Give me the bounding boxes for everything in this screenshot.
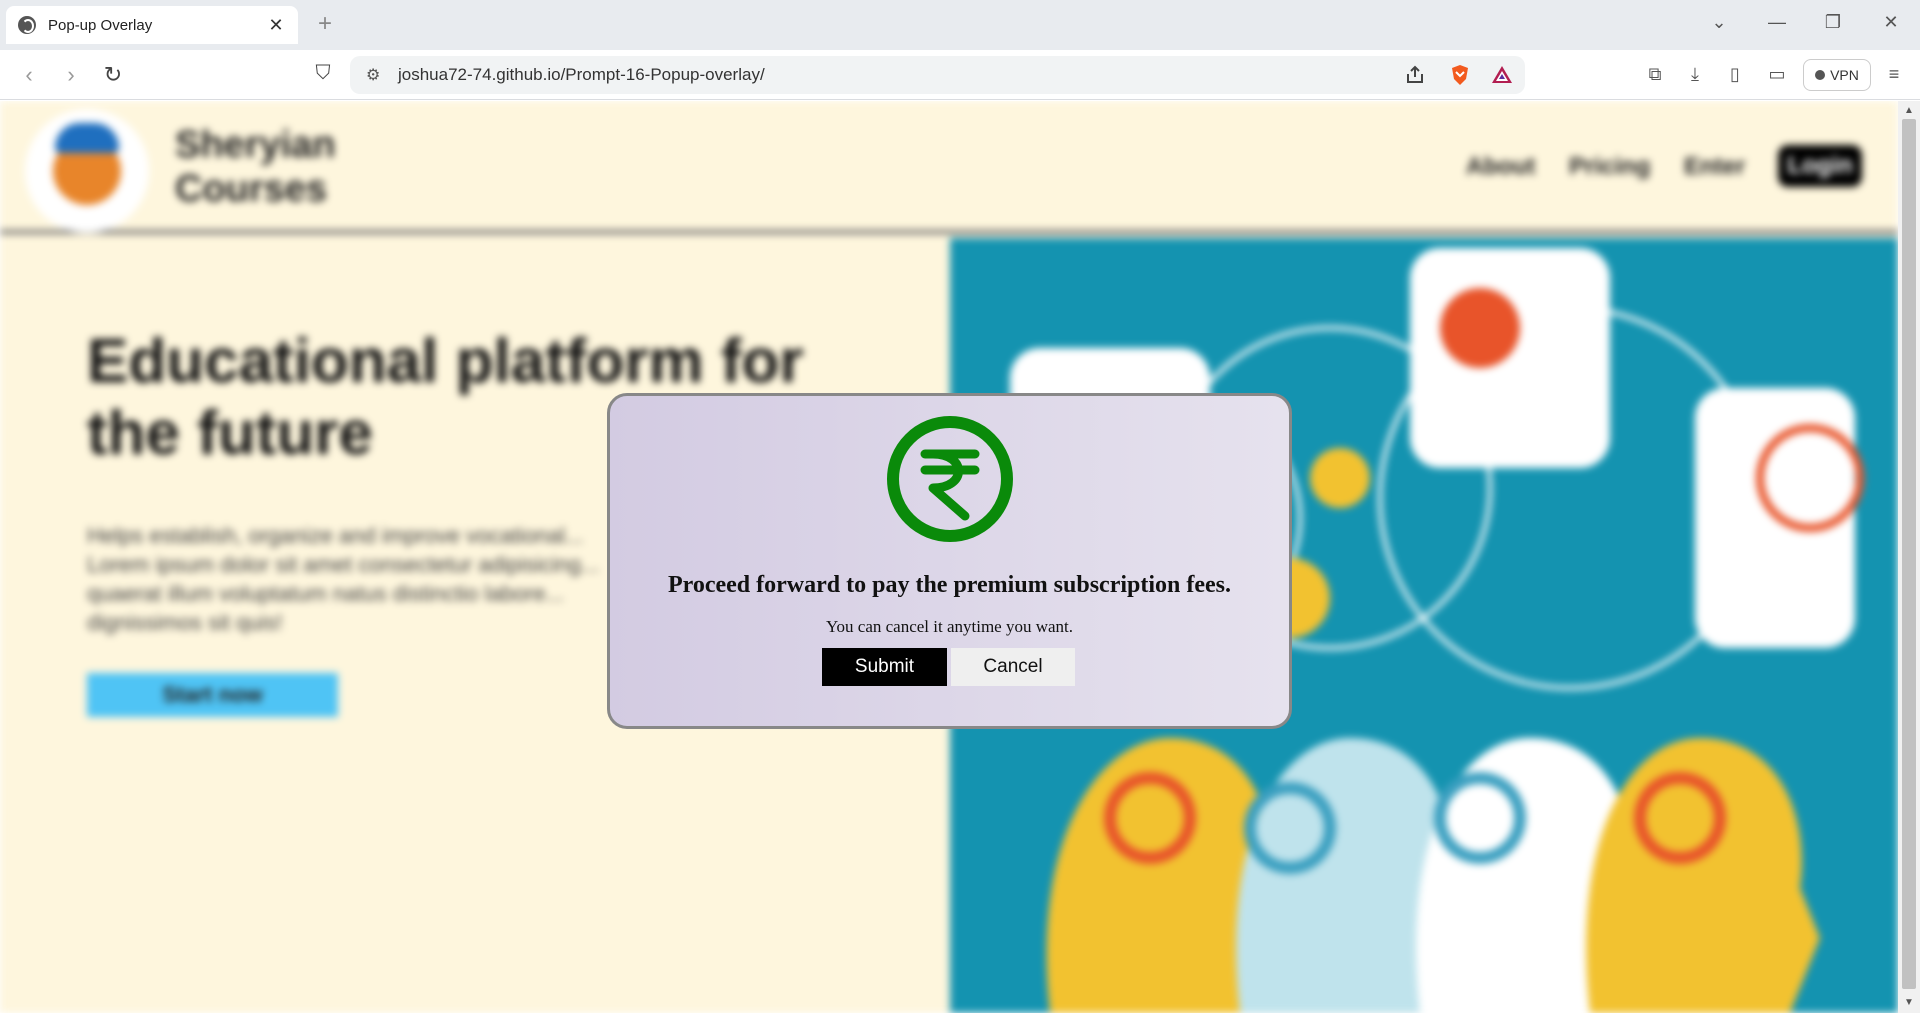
url-text[interactable]: joshua72-74.github.io/Prompt-16-Popup-ov… — [398, 65, 765, 85]
logo — [25, 109, 149, 233]
popup-subtitle: You can cancel it anytime you want. — [825, 617, 1074, 636]
extensions-icon[interactable]: ⧉ — [1644, 64, 1666, 86]
tab-title: Pop-up Overlay — [48, 16, 153, 34]
scroll-down-icon[interactable]: ▼ — [1902, 997, 1916, 1008]
scroll-up-icon[interactable]: ▲ — [1902, 105, 1916, 116]
page-scrollbar[interactable]: ▲ ▼ — [1898, 101, 1920, 1013]
vpn-button[interactable]: VPN — [1803, 59, 1871, 91]
brand-name: Sheryian Courses — [175, 124, 336, 210]
popup-title: Proceed forward to pay the premium subsc… — [667, 572, 1232, 598]
site-settings-icon[interactable]: ⚙ — [366, 65, 380, 85]
browser-toolbar: ‹ › ↻ ⛉ ⚙ joshua72-74.github.io/Prompt-1… — [0, 50, 1920, 100]
nav-pricing: Pricing — [1569, 153, 1651, 180]
site-navbar: Sheryian Courses About Pricing Enter Log… — [0, 101, 1898, 234]
subscription-popup: Proceed forward to pay the premium subsc… — [607, 393, 1292, 729]
vpn-status-icon — [1815, 70, 1826, 80]
close-window-icon[interactable]: ✕ — [1876, 12, 1906, 33]
login-button: Login — [1778, 145, 1862, 187]
forward-icon[interactable]: › — [58, 62, 84, 88]
tab-bar: Pop-up Overlay ✕ + ⌄ — ❐ ✕ — [0, 0, 1920, 50]
nav-about: About — [1466, 153, 1536, 180]
share-icon[interactable] — [1404, 64, 1426, 86]
nav-enter: Enter — [1684, 153, 1746, 180]
brave-rewards-icon[interactable] — [1491, 64, 1513, 86]
brave-shield-icon[interactable] — [1449, 64, 1471, 86]
cancel-button[interactable]: Cancel — [951, 648, 1075, 686]
minimize-icon[interactable]: — — [1762, 12, 1792, 33]
active-tab[interactable]: Pop-up Overlay ✕ — [6, 6, 298, 44]
bookmark-icon[interactable]: ⛉ — [310, 62, 336, 85]
tab-search-icon[interactable]: ⌄ — [1704, 12, 1734, 33]
vpn-label: VPN — [1830, 67, 1859, 83]
cap-icon — [55, 123, 119, 153]
restore-icon[interactable]: ❐ — [1818, 12, 1848, 33]
reload-icon[interactable]: ↻ — [100, 62, 126, 88]
web-page: Sheryian Courses About Pricing Enter Log… — [0, 101, 1898, 1013]
wallet-icon[interactable]: ▭ — [1766, 64, 1788, 86]
close-tab-icon[interactable]: ✕ — [266, 15, 286, 36]
download-icon[interactable]: ⤓ — [1684, 64, 1706, 86]
rupee-icon — [887, 416, 1013, 542]
globe-icon — [18, 16, 36, 34]
back-icon[interactable]: ‹ — [16, 62, 42, 88]
address-bar[interactable]: ⚙ joshua72-74.github.io/Prompt-16-Popup-… — [350, 56, 1525, 94]
scroll-thumb[interactable] — [1902, 119, 1916, 989]
sidebar-icon[interactable]: ▯ — [1724, 64, 1746, 86]
submit-button[interactable]: Submit — [822, 648, 947, 686]
hero-text: Helps establish, organize and improve vo… — [87, 523, 600, 635]
new-tab-button[interactable]: + — [312, 10, 338, 38]
start-now-button: Start now — [87, 673, 338, 717]
menu-icon[interactable]: ≡ — [1883, 64, 1905, 86]
